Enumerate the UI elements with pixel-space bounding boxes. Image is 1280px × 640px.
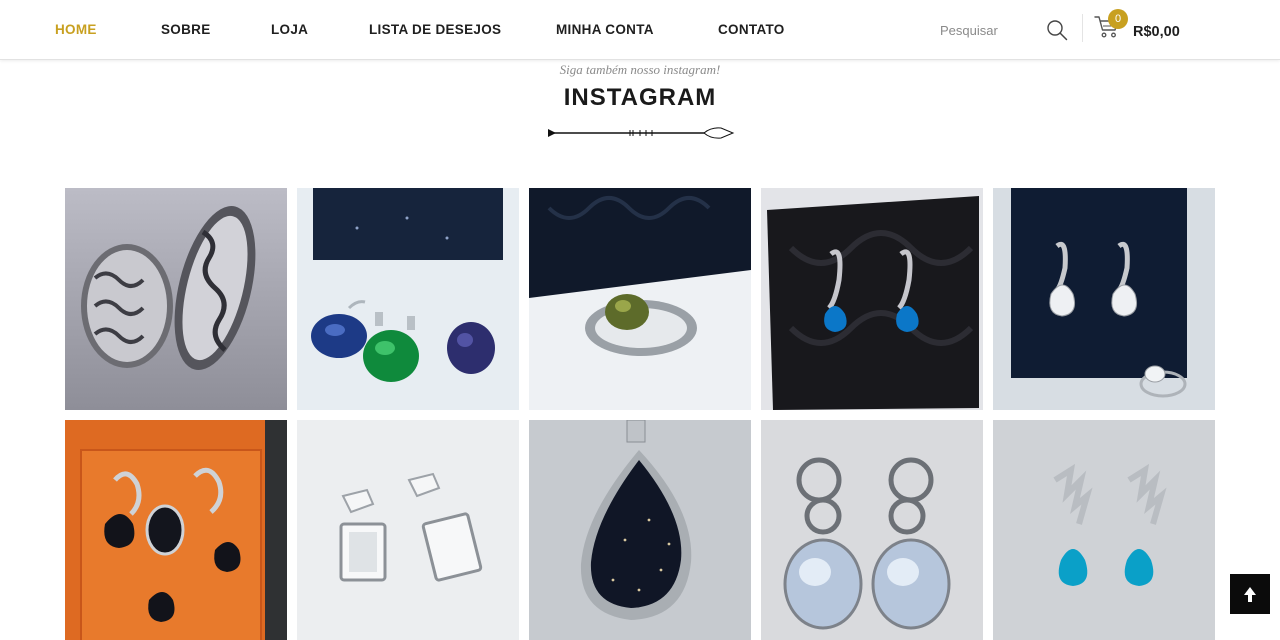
instagram-photo[interactable] [761, 188, 983, 410]
instagram-photo[interactable] [65, 420, 287, 640]
silver-filigree-rings-photo [65, 188, 287, 410]
back-to-top-button[interactable] [1230, 574, 1270, 614]
arrow-up-icon [1244, 587, 1256, 602]
instagram-photo[interactable] [993, 420, 1215, 640]
cart-total[interactable]: R$0,00 [1133, 24, 1180, 40]
green-stone-ring-photo [529, 188, 751, 410]
moonstone-circle-earrings-photo [761, 420, 983, 640]
nav-item-home[interactable]: HOME [55, 22, 97, 37]
cart-count-badge: 0 [1108, 9, 1128, 29]
instagram-photo[interactable] [65, 188, 287, 410]
nav-item-loja[interactable]: LOJA [271, 22, 308, 37]
instagram-photo[interactable] [529, 188, 751, 410]
nav-item-contato[interactable]: CONTATO [718, 22, 785, 37]
nav-item-minha-conta[interactable]: MINHA CONTA [556, 22, 654, 37]
instagram-photo[interactable] [297, 188, 519, 410]
search-input[interactable] [940, 18, 1040, 42]
search-button[interactable] [1046, 19, 1068, 41]
blue-drop-earrings-photo [761, 188, 983, 410]
instagram-title: INSTAGRAM [563, 84, 717, 111]
crystal-square-earrings-photo [297, 420, 519, 640]
nav-item-sobre[interactable]: SOBRE [161, 22, 211, 37]
crystal-drop-earrings-and-ring-photo [993, 188, 1215, 410]
blue-green-purple-pendants-photo [297, 188, 519, 410]
blue-goldstone-pendant-photo [529, 420, 751, 640]
nav-item-lista-de-desejos[interactable]: LISTA DE DESEJOS [369, 22, 501, 37]
arrow-divider-icon [548, 127, 735, 139]
header-divider [1082, 14, 1083, 42]
magnifier-icon [1047, 20, 1068, 41]
blue-topaz-leaf-earrings-photo [993, 420, 1215, 640]
instagram-photo[interactable] [297, 420, 519, 640]
instagram-photo[interactable] [761, 420, 983, 640]
instagram-photo[interactable] [529, 420, 751, 640]
black-goldstone-jewelry-set-photo [65, 420, 287, 640]
instagram-photo[interactable] [993, 188, 1215, 410]
instagram-subtitle: Siga também nosso instagram! [559, 62, 721, 77]
top-navigation-bar: HOME SOBRE LOJA LISTA DE DESEJOS MINHA C… [0, 0, 1280, 60]
